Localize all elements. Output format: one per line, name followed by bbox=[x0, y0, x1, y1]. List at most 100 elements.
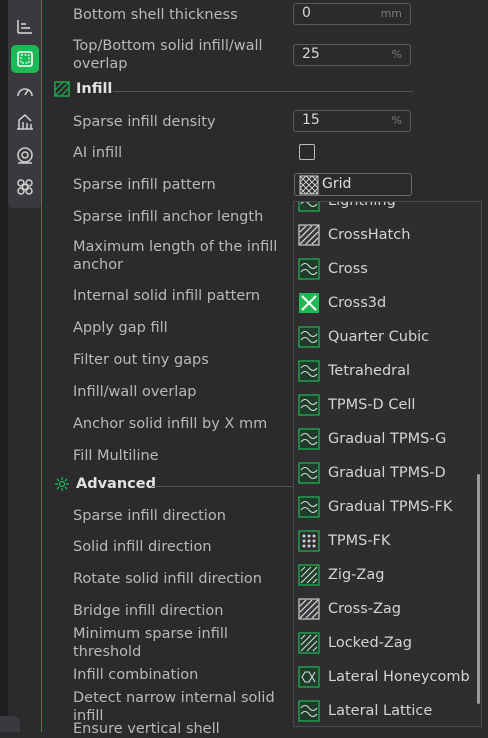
tpms-d-cell-pattern-icon bbox=[298, 394, 320, 416]
gradual-tpms-fk-pattern-icon bbox=[298, 496, 320, 518]
infill-section-icon bbox=[54, 81, 70, 97]
dropdown-item-label: Tetrahedral bbox=[328, 363, 411, 379]
dropdown-item-crosshatch[interactable]: CrossHatch bbox=[298, 218, 478, 252]
dropdown-item-tetrahedral[interactable]: Tetrahedral bbox=[298, 354, 478, 388]
crosshatch-pattern-icon bbox=[298, 224, 320, 246]
dropdown-item-tpms-fk[interactable]: TPMS-FK bbox=[298, 524, 478, 558]
sparse-infill-anchor-length-label: Sparse infill anchor length bbox=[73, 209, 264, 225]
cross3d-pattern-icon bbox=[299, 293, 319, 313]
field-value: 25 bbox=[302, 46, 320, 62]
zig-zag-pattern-icon bbox=[298, 564, 320, 586]
infill-wall-overlap-label: Infill/wall overlap bbox=[73, 384, 197, 400]
dropdown-item-locked-zag[interactable]: Locked-Zag bbox=[298, 626, 478, 660]
others-icon[interactable] bbox=[11, 173, 39, 201]
advanced-section-header: Advanced bbox=[54, 476, 156, 492]
dropdown-item-zig-zag[interactable]: Zig-Zag bbox=[298, 558, 478, 592]
field-unit: mm bbox=[380, 7, 402, 20]
dropdown-item-lateral-lattice[interactable]: Lateral Lattice bbox=[298, 694, 478, 726]
dropdown-item-lightning[interactable]: Lightning bbox=[298, 201, 478, 218]
locked-zag-pattern-icon bbox=[298, 632, 320, 654]
rail-divider bbox=[41, 0, 42, 732]
dropdown-item-gradual-tpms-g[interactable]: Gradual TPMS-G bbox=[298, 422, 478, 456]
internal-solid-infill-pattern-label: Internal solid infill pattern bbox=[73, 288, 261, 304]
top-bottom-overlap-label: Top/Bottom solid infill/wall overlap bbox=[73, 38, 263, 72]
sparse-infill-direction-label: Sparse infill direction bbox=[73, 508, 226, 524]
anchor-solid-infill-label: Anchor solid infill by X mm bbox=[73, 416, 268, 432]
dropdown-item-label: Gradual TPMS-G bbox=[328, 431, 447, 447]
tpms-fk-pattern-icon bbox=[298, 530, 320, 552]
bridge-infill-direction-label: Bridge infill direction bbox=[73, 603, 224, 619]
dropdown-item-label: Locked-Zag bbox=[328, 635, 412, 651]
gradual-tpms-g-pattern-icon bbox=[298, 428, 320, 450]
ai-infill-label: AI infill bbox=[73, 145, 123, 161]
selected-pattern-text: Grid bbox=[322, 176, 352, 192]
dropdown-item-cross[interactable]: Cross bbox=[298, 252, 478, 286]
cross-pattern-icon bbox=[298, 258, 320, 280]
field-value: 0 bbox=[302, 5, 311, 21]
grid-pattern-icon bbox=[299, 175, 319, 195]
fill-multiline-label: Fill Multiline bbox=[73, 448, 159, 464]
dropdown-item-label: Lightning bbox=[328, 201, 396, 209]
dropdown-item-cross3d[interactable]: Cross3d bbox=[298, 286, 478, 320]
solid-infill-direction-label: Solid infill direction bbox=[73, 539, 212, 555]
window-edge bbox=[0, 0, 8, 732]
field-value: 15 bbox=[302, 112, 320, 128]
lateral-honeycomb-pattern-icon bbox=[298, 666, 320, 688]
dropdown-item-label: TPMS-D Cell bbox=[328, 397, 416, 413]
infill-section-title: Infill bbox=[76, 81, 113, 97]
top-bottom-overlap-input[interactable]: 25 % bbox=[293, 44, 411, 66]
section-divider bbox=[113, 91, 413, 92]
dropdown-item-label: Gradual TPMS-FK bbox=[328, 499, 453, 515]
rotate-solid-infill-label: Rotate solid infill direction bbox=[73, 571, 262, 587]
layers-icon[interactable] bbox=[11, 12, 39, 40]
bottom-shell-thickness-label: Bottom shell thickness bbox=[73, 7, 238, 23]
advanced-section-icon bbox=[55, 477, 69, 491]
dropdown-item-label: Gradual TPMS-D bbox=[328, 465, 446, 481]
cross-zag-pattern-icon bbox=[298, 598, 320, 620]
sparse-infill-density-label: Sparse infill density bbox=[73, 114, 216, 130]
field-unit: % bbox=[391, 114, 402, 127]
dropdown-item-label: Lateral Honeycomb bbox=[328, 669, 470, 685]
corner-tab bbox=[0, 716, 20, 732]
filter-tiny-gaps-label: Filter out tiny gaps bbox=[73, 352, 209, 368]
dropdown-item-gradual-tpms-fk[interactable]: Gradual TPMS-FK bbox=[298, 490, 478, 524]
sparse-infill-pattern-label: Sparse infill pattern bbox=[73, 177, 216, 193]
infill-icon[interactable] bbox=[11, 45, 39, 73]
dropdown-item-label: Cross-Zag bbox=[328, 601, 402, 617]
filament-icon[interactable] bbox=[11, 141, 39, 169]
dropdown-item-label: Cross3d bbox=[328, 295, 387, 311]
dropdown-item-label: Zig-Zag bbox=[328, 567, 385, 583]
dropdown-item-label: Cross bbox=[328, 261, 368, 277]
gradual-tpms-d-pattern-icon bbox=[298, 462, 320, 484]
ensure-vertical-shell-label: Ensure vertical shell bbox=[73, 721, 220, 737]
dropdown-scrollbar[interactable] bbox=[477, 474, 480, 704]
sparse-infill-density-input[interactable]: 15 % bbox=[293, 110, 411, 132]
apply-gap-fill-label: Apply gap fill bbox=[73, 320, 168, 336]
advanced-section-title: Advanced bbox=[76, 476, 156, 492]
settings-category-rail bbox=[8, 0, 42, 208]
max-infill-anchor-label: Maximum length of the infill anchor bbox=[73, 239, 278, 273]
infill-combination-label: Infill combination bbox=[73, 667, 199, 683]
dropdown-item-label: TPMS-FK bbox=[328, 533, 391, 549]
speed-icon[interactable] bbox=[11, 78, 39, 106]
dropdown-item-gradual-tpms-d[interactable]: Gradual TPMS-D bbox=[298, 456, 478, 490]
dropdown-item-label: Quarter Cubic bbox=[328, 329, 430, 345]
dropdown-item-cross-zag[interactable]: Cross-Zag bbox=[298, 592, 478, 626]
infill-section-header: Infill bbox=[54, 81, 112, 97]
dropdown-item-label: CrossHatch bbox=[328, 227, 411, 243]
ai-infill-checkbox[interactable] bbox=[299, 144, 315, 160]
dropdown-item-quarter-cubic[interactable]: Quarter Cubic bbox=[298, 320, 478, 354]
sparse-infill-pattern-select[interactable]: Grid bbox=[294, 173, 412, 196]
infill-pattern-dropdown[interactable]: Lightning CrossHatch Cross Cross3d Quarter C… bbox=[293, 201, 482, 727]
min-sparse-infill-threshold-label: Minimum sparse infill threshold bbox=[73, 626, 228, 660]
tetrahedral-pattern-icon bbox=[298, 360, 320, 382]
field-unit: % bbox=[391, 48, 402, 61]
bottom-shell-thickness-input[interactable]: 0 mm bbox=[293, 3, 411, 25]
dropdown-item-label: Lateral Lattice bbox=[328, 703, 433, 719]
quarter-cubic-pattern-icon bbox=[298, 326, 320, 348]
dropdown-item-lateral-honeycomb[interactable]: Lateral Honeycomb bbox=[298, 660, 478, 694]
lateral-lattice-pattern-icon bbox=[298, 700, 320, 722]
lightning-pattern-icon bbox=[298, 202, 320, 212]
dropdown-item-tpms-d-cell[interactable]: TPMS-D Cell bbox=[298, 388, 478, 422]
support-icon[interactable] bbox=[11, 108, 39, 136]
